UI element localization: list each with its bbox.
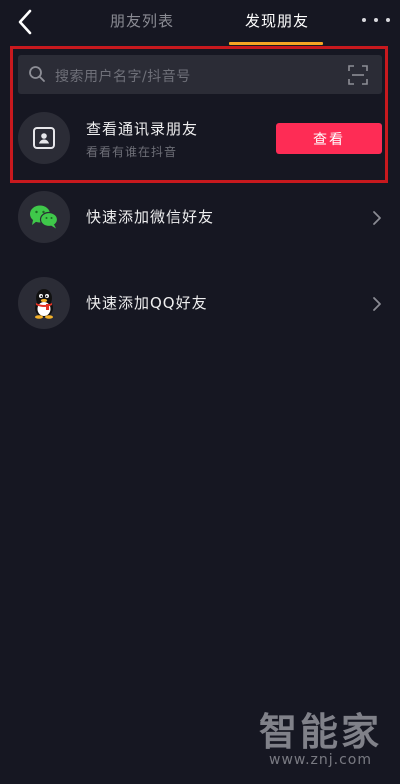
watermark-logo: 智能家 <box>258 710 382 754</box>
contacts-row-title: 查看通讯录朋友 <box>86 120 199 138</box>
more-dot-icon <box>386 18 390 22</box>
search-input[interactable]: 搜索用户名字/抖音号 <box>18 55 382 94</box>
back-button[interactable] <box>10 6 42 38</box>
wechat-row-title: 快速添加微信好友 <box>86 208 215 226</box>
watermark-url: www.znj.com <box>269 752 372 768</box>
contacts-icon <box>33 127 55 149</box>
top-bar: 朋友列表 发现朋友 <box>0 0 400 46</box>
more-options-button[interactable] <box>362 10 390 30</box>
qq-add-row[interactable]: 快速添加QQ好友 <box>0 268 400 338</box>
wechat-add-row[interactable]: 快速添加微信好友 <box>0 182 400 252</box>
active-tab-indicator <box>229 42 323 45</box>
qq-row-title: 快速添加QQ好友 <box>86 294 208 312</box>
search-icon <box>29 66 45 82</box>
wechat-icon <box>30 205 59 229</box>
tab-friends-list[interactable]: 朋友列表 <box>110 10 174 31</box>
chevron-right-icon <box>373 297 381 311</box>
wechat-avatar <box>18 191 70 243</box>
contacts-row-subtitle: 看看有谁在抖音 <box>86 145 178 159</box>
chevron-right-icon <box>373 211 381 225</box>
qq-penguin-icon <box>35 289 53 319</box>
search-placeholder: 搜索用户名字/抖音号 <box>55 69 191 85</box>
watermark: 智能家 www.znj.com <box>259 712 382 768</box>
more-dot-icon <box>374 18 378 22</box>
tab-discover-friends[interactable]: 发现朋友 <box>245 10 309 31</box>
qq-avatar <box>18 277 70 329</box>
chevron-left-icon <box>18 9 32 35</box>
contacts-avatar <box>18 112 70 164</box>
view-contacts-button[interactable]: 查看 <box>276 123 382 154</box>
more-dot-icon <box>362 18 366 22</box>
scan-icon[interactable] <box>348 65 368 85</box>
